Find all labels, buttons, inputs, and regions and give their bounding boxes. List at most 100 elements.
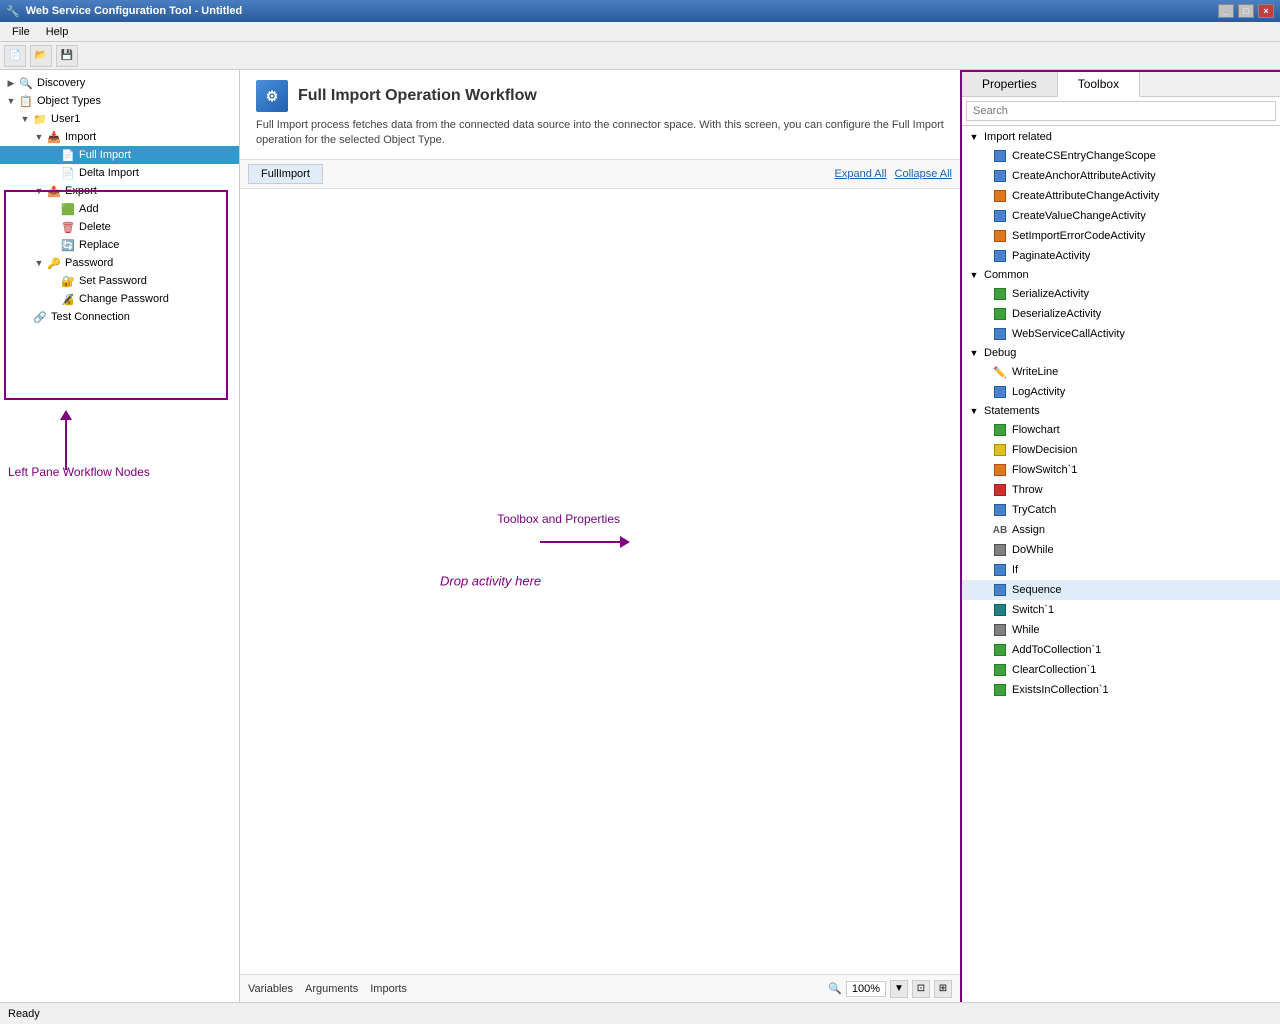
if-label: If bbox=[1012, 564, 1018, 576]
item-clearCollection[interactable]: ClearCollection`1 bbox=[962, 660, 1280, 680]
tree-item-deltaimport[interactable]: 📄 Delta Import bbox=[0, 164, 239, 182]
zoom-fit-btn[interactable]: ⊡ bbox=[912, 980, 930, 998]
item-createCSEntry[interactable]: CreateCSEntryChangeScope bbox=[962, 146, 1280, 166]
tryCatch-icon bbox=[992, 502, 1008, 518]
workflow-canvas[interactable]: Drop activity here Toolbox and Propertie… bbox=[240, 189, 960, 974]
tree-item-add[interactable]: 🟩 Add bbox=[0, 200, 239, 218]
item-switch1[interactable]: Switch`1 bbox=[962, 600, 1280, 620]
expander-export: ▼ bbox=[32, 184, 46, 198]
item-flowDecision[interactable]: FlowDecision bbox=[962, 440, 1280, 460]
tree-item-discovery[interactable]: ▶ 🔍 Discovery bbox=[0, 74, 239, 92]
sequence-label: Sequence bbox=[1012, 584, 1062, 596]
left-pane-annotation-label: Left Pane Workflow Nodes bbox=[8, 465, 150, 479]
tree-item-testconnection[interactable]: 🔗 Test Connection bbox=[0, 308, 239, 326]
add-label: Add bbox=[79, 203, 99, 215]
tree-item-changepassword[interactable]: 🔏 Change Password bbox=[0, 290, 239, 308]
item-sequence[interactable]: Sequence bbox=[962, 580, 1280, 600]
expander-user1: ▼ bbox=[18, 112, 32, 126]
tree-item-password[interactable]: ▼ 🔑 Password bbox=[0, 254, 239, 272]
item-doWhile[interactable]: DoWhile bbox=[962, 540, 1280, 560]
item-webServiceCall[interactable]: WebServiceCallActivity bbox=[962, 324, 1280, 344]
user1-icon: 📁 bbox=[32, 111, 48, 127]
workflow-header: ⚙ Full Import Operation Workflow Full Im… bbox=[240, 70, 960, 160]
item-serialize[interactable]: SerializeActivity bbox=[962, 284, 1280, 304]
tree-item-user1[interactable]: ▼ 📁 User1 bbox=[0, 110, 239, 128]
existsInCollection-label: ExistsInCollection`1 bbox=[1012, 684, 1109, 696]
item-writeLine[interactable]: ✏️ WriteLine bbox=[962, 362, 1280, 382]
new-button[interactable]: 📄 bbox=[4, 45, 26, 67]
setpassword-icon: 🔐 bbox=[60, 273, 76, 289]
bottom-tab-variables[interactable]: Variables bbox=[248, 983, 293, 995]
item-tryCatch[interactable]: TryCatch bbox=[962, 500, 1280, 520]
tree-item-delete[interactable]: 🗑 Delete bbox=[0, 218, 239, 236]
tree-item-fullimport[interactable]: 📄 Full Import bbox=[0, 146, 239, 164]
item-flowSwitch[interactable]: FlowSwitch`1 bbox=[962, 460, 1280, 480]
open-button[interactable]: 📂 bbox=[30, 45, 52, 67]
writeLine-icon: ✏️ bbox=[992, 364, 1008, 380]
left-pane-arrow bbox=[60, 410, 72, 470]
item-addToCollection[interactable]: AddToCollection`1 bbox=[962, 640, 1280, 660]
group-debug-label: Debug bbox=[984, 347, 1016, 359]
tree-item-replace[interactable]: 🔄 Replace bbox=[0, 236, 239, 254]
item-throw[interactable]: Throw bbox=[962, 480, 1280, 500]
workflow-title-row: ⚙ Full Import Operation Workflow bbox=[256, 80, 944, 112]
maximize-button[interactable]: □ bbox=[1238, 4, 1254, 18]
webServiceCall-label: WebServiceCallActivity bbox=[1012, 328, 1125, 340]
item-createAttribute[interactable]: CreateAttributeChangeActivity bbox=[962, 186, 1280, 206]
search-input[interactable] bbox=[966, 101, 1276, 121]
serialize-icon bbox=[992, 286, 1008, 302]
item-createAnchor[interactable]: CreateAnchorAttributeActivity bbox=[962, 166, 1280, 186]
expander-add bbox=[46, 202, 60, 216]
expander-discovery: ▶ bbox=[4, 76, 18, 90]
group-debug-expander: ▼ bbox=[968, 347, 980, 359]
createValue-icon bbox=[992, 208, 1008, 224]
toolbox-properties-label: Toolbox and Properties bbox=[497, 512, 620, 526]
tree-item-export[interactable]: ▼ 📤 Export bbox=[0, 182, 239, 200]
item-setImportError[interactable]: SetImportErrorCodeActivity bbox=[962, 226, 1280, 246]
item-paginate[interactable]: PaginateActivity bbox=[962, 246, 1280, 266]
delete-label: Delete bbox=[79, 221, 111, 233]
menu-help[interactable]: Help bbox=[38, 24, 77, 40]
zoom-dropdown-btn[interactable]: ▼ bbox=[890, 980, 908, 998]
tab-properties[interactable]: Properties bbox=[962, 72, 1058, 96]
expand-all-link[interactable]: Expand All bbox=[835, 168, 887, 180]
if-icon bbox=[992, 562, 1008, 578]
group-import-expander: ▼ bbox=[968, 131, 980, 143]
bottom-tab-imports[interactable]: Imports bbox=[370, 983, 407, 995]
item-logActivity[interactable]: LogActivity bbox=[962, 382, 1280, 402]
item-createValue[interactable]: CreateValueChangeActivity bbox=[962, 206, 1280, 226]
drop-activity-text: Drop activity here bbox=[440, 574, 541, 589]
workflow-description: Full Import process fetches data from th… bbox=[256, 118, 944, 149]
minimize-button[interactable]: _ bbox=[1218, 4, 1234, 18]
workflow-tab-fullimport[interactable]: FullImport bbox=[248, 164, 323, 184]
menu-file[interactable]: File bbox=[4, 24, 38, 40]
tab-toolbox[interactable]: Toolbox bbox=[1058, 72, 1140, 97]
toolbar: 📄 📂 💾 bbox=[0, 42, 1280, 70]
zoom-page-btn[interactable]: ⊞ bbox=[934, 980, 952, 998]
group-debug[interactable]: ▼ Debug bbox=[962, 344, 1280, 362]
item-flowchart[interactable]: Flowchart bbox=[962, 420, 1280, 440]
testconnection-icon: 🔗 bbox=[32, 309, 48, 325]
group-common[interactable]: ▼ Common bbox=[962, 266, 1280, 284]
replace-icon: 🔄 bbox=[60, 237, 76, 253]
bottom-tab-arguments[interactable]: Arguments bbox=[305, 983, 358, 995]
item-if[interactable]: If bbox=[962, 560, 1280, 580]
item-while[interactable]: While bbox=[962, 620, 1280, 640]
group-statements[interactable]: ▼ Statements bbox=[962, 402, 1280, 420]
tree-item-import[interactable]: ▼ 📥 Import bbox=[0, 128, 239, 146]
password-icon: 🔑 bbox=[46, 255, 62, 271]
item-deserialize[interactable]: DeserializeActivity bbox=[962, 304, 1280, 324]
close-button[interactable]: × bbox=[1258, 4, 1274, 18]
deserialize-icon bbox=[992, 306, 1008, 322]
arrow-line bbox=[65, 420, 67, 470]
group-import-related[interactable]: ▼ Import related bbox=[962, 128, 1280, 146]
item-existsInCollection[interactable]: ExistsInCollection`1 bbox=[962, 680, 1280, 700]
save-button[interactable]: 💾 bbox=[56, 45, 78, 67]
tree-item-setpassword[interactable]: 🔐 Set Password bbox=[0, 272, 239, 290]
tree-item-objecttypes[interactable]: ▼ 📋 Object Types bbox=[0, 92, 239, 110]
collapse-all-link[interactable]: Collapse All bbox=[895, 168, 952, 180]
menu-bar: File Help bbox=[0, 22, 1280, 42]
zoom-input[interactable] bbox=[846, 981, 886, 997]
while-icon bbox=[992, 622, 1008, 638]
item-assign[interactable]: AB Assign bbox=[962, 520, 1280, 540]
